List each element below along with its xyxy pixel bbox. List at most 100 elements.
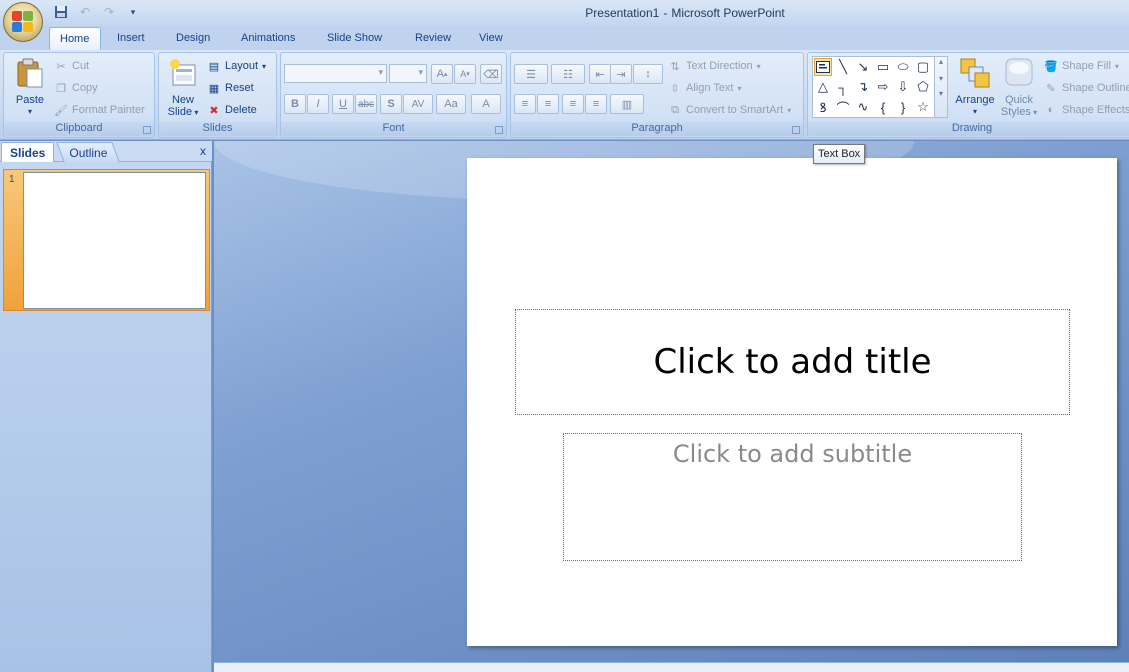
freeform-icon[interactable]: ⬠ [914, 78, 932, 96]
font-name-select[interactable] [284, 64, 387, 83]
paste-button[interactable]: Paste ▾ [10, 57, 50, 118]
clear-formatting-icon[interactable]: ⌫ [480, 64, 502, 84]
align-text-label: Align Text [686, 82, 734, 94]
format-painter-button[interactable]: 🖌 Format Painter [54, 101, 145, 119]
copy-button[interactable]: ❐ Copy [54, 79, 98, 97]
right-arrow-icon[interactable]: ⇨ [874, 78, 892, 96]
bold-button[interactable]: B [284, 94, 306, 114]
cut-button[interactable]: ✂ Cut [54, 57, 89, 75]
align-left-icon[interactable]: ≡ [514, 94, 536, 114]
change-case-button[interactable]: Aa [436, 94, 466, 114]
italic-button[interactable]: I [307, 94, 329, 114]
shape-effects-button[interactable]: ◐ Shape Effects [1044, 101, 1129, 119]
drawing-group-label: Drawing [808, 122, 1129, 136]
increase-indent-icon[interactable]: ⇥ [610, 64, 632, 84]
close-icon[interactable]: x [200, 144, 206, 158]
convert-smartart-button[interactable]: ⧉ Convert to SmartArt ▾ [668, 101, 791, 119]
copy-label: Copy [72, 82, 98, 94]
tab-design[interactable]: Design [166, 27, 220, 50]
bullets-button[interactable]: ☰ [514, 64, 548, 84]
font-group-label: Font [281, 122, 506, 136]
reset-button[interactable]: ▦ Reset [207, 79, 254, 97]
rounded-rectangle-icon[interactable]: ▢ [914, 58, 932, 76]
line-spacing-button[interactable]: ↕ [633, 64, 663, 84]
subtitle-placeholder[interactable]: Click to add subtitle [563, 433, 1022, 561]
copy-icon: ❐ [56, 82, 66, 95]
chevron-down-icon: ▾ [1114, 61, 1119, 71]
app-name: Microsoft PowerPoint [671, 6, 785, 20]
shape-fill-button[interactable]: 🪣 Shape Fill ▾ [1044, 57, 1119, 75]
slide-number: 1 [9, 174, 15, 185]
slide-canvas[interactable]: Click to add title Click to add subtitle [467, 158, 1117, 646]
numbering-button[interactable]: ☷ [551, 64, 585, 84]
font-size-select[interactable] [389, 64, 427, 83]
elbow-connector-icon[interactable]: ┐ [834, 78, 852, 96]
dialog-launcher-icon[interactable] [495, 126, 503, 134]
align-text-button[interactable]: ⇳ Align Text ▾ [668, 79, 741, 97]
slide-editor: Click to add title Click to add subtitle [214, 141, 1129, 672]
change-case-label: Aa [444, 98, 458, 110]
slide-thumbnail-item[interactable]: 1 [3, 169, 210, 311]
title-separator: - [663, 6, 668, 20]
tab-home[interactable]: Home [49, 27, 101, 50]
convert-smartart-label: Convert to SmartArt [686, 104, 784, 116]
right-brace-icon[interactable]: } [894, 98, 912, 116]
more-shapes-icon[interactable]: ▾ [935, 89, 947, 98]
effects-icon: ◐ [1047, 104, 1055, 116]
tab-outline[interactable]: Outline [56, 142, 120, 162]
triangle-icon[interactable]: △ [814, 78, 832, 96]
text-direction-button[interactable]: ⇅ Text Direction ▾ [668, 57, 760, 75]
scroll-down-icon[interactable]: ▾ [935, 74, 947, 83]
strikethrough-button[interactable]: abc [355, 94, 377, 114]
align-center-icon[interactable]: ≡ [537, 94, 559, 114]
title-placeholder[interactable]: Click to add title [515, 309, 1070, 415]
left-brace-icon[interactable]: { [874, 98, 892, 116]
line-icon[interactable]: ╲ [834, 58, 852, 76]
character-spacing-button[interactable]: AV [403, 94, 433, 114]
italic-label: I [316, 98, 320, 110]
elbow-arrow-icon[interactable]: ↴ [854, 78, 872, 96]
delete-button[interactable]: ✖ Delete [207, 101, 256, 119]
slide-thumbnail[interactable] [23, 172, 206, 309]
justify-icon[interactable]: ≡ [585, 94, 607, 114]
dialog-launcher-icon[interactable] [143, 126, 151, 134]
title-bar: ↶ ↷ ▾ Presentation1- Microsoft PowerPoint [0, 0, 1129, 26]
shadow-button[interactable]: S [380, 94, 402, 114]
shrink-font-button[interactable]: A ▾ [454, 64, 476, 84]
decrease-indent-icon[interactable]: ⇤ [589, 64, 611, 84]
arc-icon[interactable]: ⌒ [834, 98, 852, 116]
columns-button[interactable]: ▥ [610, 94, 644, 114]
curve-icon[interactable]: ∿ [854, 98, 872, 116]
tab-slides[interactable]: Slides [1, 142, 55, 162]
quick-styles-button[interactable]: Quick Styles ▾ [1000, 57, 1038, 119]
tab-review[interactable]: Review [405, 27, 461, 50]
shapes-gallery: ╲ ↘ ▭ ⬭ ▢ △ ┐ ↴ ⇨ ⇩ ⬠ ꝸ ⌒ ∿ { } ☆ [812, 56, 936, 118]
oval-icon[interactable]: ⬭ [894, 58, 912, 76]
shapes-gallery-scroll[interactable]: ▴ ▾ ▾ [934, 56, 948, 118]
shape-outline-button[interactable]: ✎ Shape Outline [1044, 79, 1129, 97]
scribble-icon[interactable]: ꝸ [814, 98, 832, 116]
scroll-up-icon[interactable]: ▴ [935, 57, 947, 66]
align-right-icon[interactable]: ≡ [562, 94, 584, 114]
star-icon[interactable]: ☆ [914, 98, 932, 116]
tab-label: Home [60, 33, 90, 45]
dialog-launcher-icon[interactable] [792, 126, 800, 134]
arrange-button[interactable]: Arrange ▾ [952, 57, 998, 118]
paragraph-group: ☰ ☷ ⇤ ⇥ ↕ ≡ ≡ ≡ ≡ ▥ ⇅ Text Direction ▾ ⇳ Al… [510, 52, 804, 138]
down-arrow-shape-icon[interactable]: ⇩ [894, 78, 912, 96]
grow-font-button[interactable]: A ▴ [431, 64, 453, 84]
font-color-button[interactable]: A [471, 94, 501, 114]
arrow-line-icon[interactable]: ↘ [854, 58, 872, 76]
office-button[interactable] [3, 2, 43, 42]
new-slide-button[interactable]: New Slide ▾ [162, 57, 204, 119]
tab-slide-show[interactable]: Slide Show [317, 27, 392, 50]
tab-outline-label: Outline [69, 146, 108, 160]
tab-animations[interactable]: Animations [231, 27, 305, 50]
tab-view[interactable]: View [469, 27, 513, 50]
layout-button[interactable]: ▤ Layout ▾ [207, 57, 266, 75]
text-box-icon[interactable] [814, 58, 832, 76]
tab-label: Review [415, 32, 452, 44]
rectangle-icon[interactable]: ▭ [874, 58, 892, 76]
tab-insert[interactable]: Insert [107, 27, 155, 50]
underline-button[interactable]: U [332, 94, 354, 114]
